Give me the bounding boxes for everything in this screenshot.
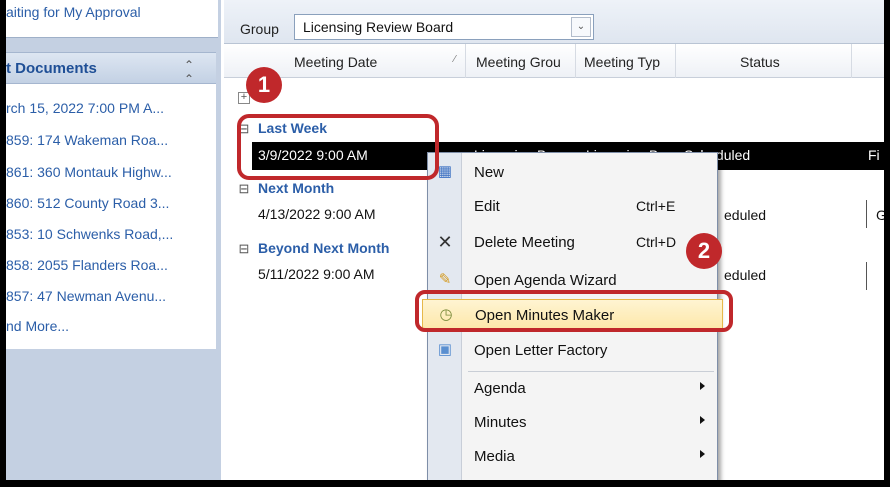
group-row-next-month[interactable]: Next Month (258, 180, 334, 196)
cell-meeting-date[interactable]: 5/11/2022 9:00 AM (258, 266, 375, 282)
submenu-arrow-icon (700, 416, 705, 424)
document-item[interactable]: 858: 2055 Flanders Roa... (6, 257, 211, 273)
annotation-ring-minutes-maker (415, 290, 733, 332)
menu-item-delete-meeting[interactable]: ✕ Delete Meeting Ctrl+D (428, 227, 717, 259)
document-item[interactable]: 861: 360 Montauk Highw... (6, 164, 211, 180)
cell-divider (866, 262, 867, 290)
menu-label: Open Letter Factory (474, 342, 608, 359)
group-select[interactable]: Licensing Review Board ⌄ (294, 14, 594, 40)
menu-label: Media (474, 448, 515, 465)
menu-label: Edit (474, 198, 500, 215)
menu-item-media[interactable]: Media (428, 441, 717, 473)
cell-status: eduled (724, 207, 767, 223)
menu-item-new[interactable]: ▦ New (428, 157, 717, 189)
wizard-icon: ✎ (438, 271, 452, 288)
menu-shortcut: Ctrl+D (636, 234, 677, 250)
collapse-up-icon[interactable]: ⌃ ⌃ (184, 58, 194, 86)
callout-badge-2: 2 (686, 233, 722, 269)
menu-item-open-letter-factory[interactable]: ▣ Open Letter Factory (428, 335, 717, 367)
document-item[interactable]: 860: 512 County Road 3... (6, 195, 211, 211)
chevron-down-icon[interactable]: ⌄ (571, 17, 591, 37)
grid-column-header: Meeting Date ⁄ Meeting Grou Meeting Typ … (224, 44, 884, 78)
collapse-icon[interactable]: ⊟ (238, 182, 250, 196)
documents-section-title: t Documents (6, 60, 97, 77)
sidebar-top-panel: aiting for My Approval (6, 0, 218, 38)
menu-label: Minutes (474, 414, 527, 431)
group-select-value: Licensing Review Board (303, 19, 454, 35)
documents-section-header[interactable]: t Documents ⌃ ⌃ (6, 52, 216, 86)
group-row-beyond-next-month[interactable]: Beyond Next Month (258, 240, 389, 256)
menu-label: Agenda (474, 380, 526, 397)
cell-divider (866, 200, 867, 228)
column-meeting-group[interactable]: Meeting Grou (466, 44, 576, 78)
column-status[interactable]: Status (676, 44, 852, 78)
awaiting-approval-link[interactable]: aiting for My Approval (6, 4, 141, 20)
annotation-ring-last-week (237, 114, 439, 180)
document-item[interactable]: 857: 47 Newman Avenu... (6, 288, 211, 304)
letter-factory-icon: ▣ (437, 341, 453, 358)
menu-item-agenda[interactable]: Agenda (428, 373, 717, 405)
more-documents-link[interactable]: nd More... (6, 318, 69, 334)
menu-separator (468, 371, 714, 372)
document-item[interactable]: 853: 10 Schwenks Road,... (6, 226, 211, 242)
delete-x-icon: ✕ (437, 232, 453, 252)
cell-extra: Ge (876, 207, 884, 223)
menu-label: Delete Meeting (474, 234, 575, 251)
cell-status: eduled (724, 267, 767, 283)
menu-label: Open Agenda Wizard (474, 272, 617, 289)
cell-extra: Fi (868, 147, 880, 163)
menu-shortcut: Ctrl+E (636, 198, 676, 214)
group-label: Group (240, 21, 279, 37)
collapse-icon[interactable]: ⊟ (238, 242, 250, 256)
callout-badge-1: 1 (246, 67, 282, 103)
group-toolbar: Group Licensing Review Board ⌄ (224, 0, 884, 44)
menu-label: New (474, 164, 505, 181)
documents-list: rch 15, 2022 7:00 PM A... 859: 174 Wakem… (6, 84, 216, 349)
submenu-arrow-icon (700, 450, 705, 458)
document-item[interactable]: 859: 174 Wakeman Roa... (6, 132, 211, 148)
document-item[interactable]: rch 15, 2022 7:00 PM A... (6, 100, 211, 116)
sidebar: aiting for My Approval t Documents ⌃ ⌃ rc… (6, 0, 221, 480)
app-window: aiting for My Approval t Documents ⌃ ⌃ rc… (6, 0, 884, 480)
cell-meeting-date[interactable]: 4/13/2022 9:00 AM (258, 206, 376, 222)
sort-icon: ⁄ (454, 54, 456, 65)
column-meeting-type[interactable]: Meeting Typ (576, 44, 676, 78)
menu-item-edit[interactable]: Edit Ctrl+E (428, 191, 717, 223)
submenu-arrow-icon (700, 382, 705, 390)
menu-item-minutes[interactable]: Minutes (428, 407, 717, 439)
